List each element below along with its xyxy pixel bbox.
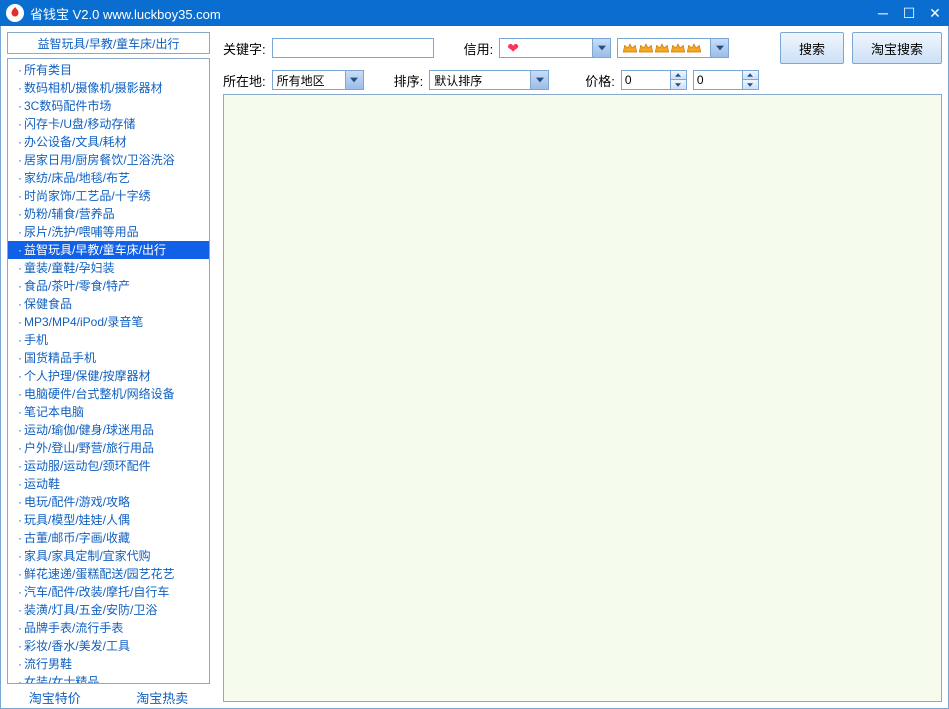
crown-icon [670,41,686,55]
category-item[interactable]: 数码相机/摄像机/摄影器材 [8,79,209,97]
app-logo-icon [6,4,24,22]
credit-label: 信用: [464,39,494,58]
spinner-up-icon[interactable] [671,71,686,80]
search-toolbar: 关键字: 信用: ❤ [223,32,942,90]
crown-icon [686,41,702,55]
category-item[interactable]: 奶粉/辅食/营养品 [8,205,209,223]
price-label: 价格: [585,71,615,90]
category-item[interactable]: 所有类目 [8,61,209,79]
window-title: 省钱宝 V2.0 www.luckboy35.com [30,4,875,23]
category-item[interactable]: 户外/登山/野营/旅行用品 [8,439,209,457]
credit-from-dropdown[interactable]: ❤ [499,38,611,58]
category-item[interactable]: 家纺/床品/地毯/布艺 [8,169,209,187]
keyword-label: 关键字: [223,39,266,58]
spinner-down-icon[interactable] [671,80,686,89]
content-area: 关键字: 信用: ❤ [217,26,948,708]
category-item[interactable]: 办公设备/文具/耗材 [8,133,209,151]
credit-to-dropdown[interactable] [617,38,729,58]
spinner-down-icon[interactable] [743,80,758,89]
spinner-up-icon[interactable] [743,71,758,80]
category-item[interactable]: 笔记本电脑 [8,403,209,421]
dropdown-arrow-icon[interactable] [592,39,610,57]
price-from-spinner[interactable] [671,70,687,90]
tab-taobao-special[interactable]: 淘宝特价 [1,687,109,708]
category-list[interactable]: 所有类目数码相机/摄像机/摄影器材3C数码配件市场闪存卡/U盘/移动存储办公设备… [7,58,210,684]
sort-dropdown[interactable]: 默认排序 [429,70,549,90]
category-item[interactable]: 运动/瑜伽/健身/球迷用品 [8,421,209,439]
category-item[interactable]: 彩妆/香水/美发/工具 [8,637,209,655]
sort-label: 排序: [394,71,424,90]
dropdown-arrow-icon[interactable] [345,71,363,89]
tab-taobao-hot[interactable]: 淘宝热卖 [109,687,217,708]
results-panel [223,94,942,702]
category-item[interactable]: 装潢/灯具/五金/安防/卫浴 [8,601,209,619]
keyword-input[interactable] [272,38,434,58]
category-item[interactable]: 电脑硬件/台式整机/网络设备 [8,385,209,403]
category-item[interactable]: 电玩/配件/游戏/攻略 [8,493,209,511]
category-item[interactable]: MP3/MP4/iPod/录音笔 [8,313,209,331]
sort-value: 默认排序 [430,72,530,89]
category-item[interactable]: 运动服/运动包/颈环配件 [8,457,209,475]
titlebar: 省钱宝 V2.0 www.luckboy35.com ─ ☐ ✕ [0,0,949,26]
category-item[interactable]: 流行男鞋 [8,655,209,673]
sidebar-header: 益智玩具/早教/童车床/出行 [7,32,210,54]
sidebar: 益智玩具/早教/童车床/出行 所有类目数码相机/摄像机/摄影器材3C数码配件市场… [1,26,217,708]
maximize-button[interactable]: ☐ [901,5,917,21]
category-item[interactable]: 食品/茶叶/零食/特产 [8,277,209,295]
category-item[interactable]: 个人护理/保健/按摩器材 [8,367,209,385]
category-item[interactable]: 闪存卡/U盘/移动存储 [8,115,209,133]
category-item[interactable]: 玩具/模型/娃娃/人偶 [8,511,209,529]
crown-icon [622,41,638,55]
dropdown-arrow-icon[interactable] [710,39,728,57]
category-item[interactable]: 3C数码配件市场 [8,97,209,115]
category-item[interactable]: 益智玩具/早教/童车床/出行 [8,241,209,259]
region-value: 所有地区 [273,72,345,89]
price-to-input[interactable] [693,70,743,90]
category-item[interactable]: 保健食品 [8,295,209,313]
price-to-spinner[interactable] [743,70,759,90]
category-item[interactable]: 居家日用/厨房餐饮/卫浴洗浴 [8,151,209,169]
crown-icon [654,41,670,55]
category-item[interactable]: 家具/家具定制/宜家代购 [8,547,209,565]
close-button[interactable]: ✕ [927,5,943,21]
category-item[interactable]: 品牌手表/流行手表 [8,619,209,637]
taobao-search-button[interactable]: 淘宝搜索 [852,32,942,64]
category-item[interactable]: 鲜花速递/蛋糕配送/园艺花艺 [8,565,209,583]
dropdown-arrow-icon[interactable] [530,71,548,89]
category-item[interactable]: 运动鞋 [8,475,209,493]
minimize-button[interactable]: ─ [875,5,891,21]
search-button[interactable]: 搜索 [780,32,844,64]
category-item[interactable]: 女装/女士精品 [8,673,209,684]
category-item[interactable]: 古董/邮币/字画/收藏 [8,529,209,547]
category-item[interactable]: 时尚家饰/工艺品/十字绣 [8,187,209,205]
category-item[interactable]: 汽车/配件/改装/摩托/自行车 [8,583,209,601]
heart-icon: ❤ [507,40,519,56]
category-item[interactable]: 国货精品手机 [8,349,209,367]
region-dropdown[interactable]: 所有地区 [272,70,364,90]
category-item[interactable]: 童装/童鞋/孕妇装 [8,259,209,277]
crown-icon [638,41,654,55]
category-item[interactable]: 手机 [8,331,209,349]
sidebar-tabs: 淘宝特价 淘宝热卖 [1,686,216,708]
category-item[interactable]: 尿片/洗护/喂哺等用品 [8,223,209,241]
price-from-input[interactable] [621,70,671,90]
region-label: 所在地: [223,71,266,90]
